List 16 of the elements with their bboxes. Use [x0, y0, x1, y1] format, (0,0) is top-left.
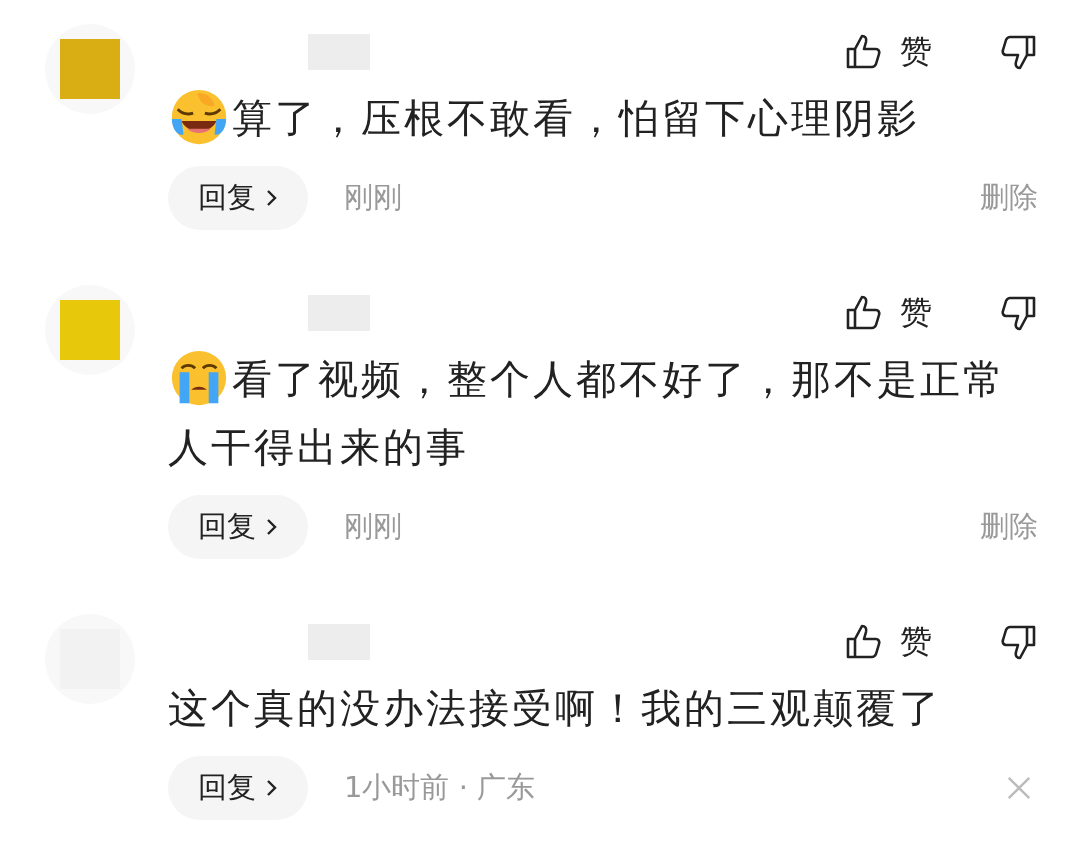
close-icon[interactable]	[1006, 775, 1032, 801]
timestamp: 刚刚	[344, 179, 402, 216]
comment-text: 这个真的没办法接受啊！我的三观颠覆了	[168, 684, 943, 733]
chevron-right-icon	[266, 778, 278, 798]
chevron-right-icon	[266, 188, 278, 208]
reply-button[interactable]: 回复	[168, 495, 308, 559]
reply-button[interactable]: 回复	[168, 756, 308, 820]
timestamp: 1小时前 · 广东	[344, 769, 536, 806]
chevron-right-icon	[266, 517, 278, 537]
comment-text: 算了，压根不敢看，怕留下心理阴影	[168, 84, 1038, 152]
timestamp: 刚刚	[344, 508, 402, 545]
comment-text: 看了视频，整个人都不好了，那不是正常人干得出来的事	[168, 345, 1038, 481]
reply-button[interactable]: 回复	[168, 166, 308, 230]
like-button[interactable]: 赞	[844, 30, 932, 74]
like-button[interactable]: 赞	[844, 291, 932, 335]
like-button[interactable]: 赞	[844, 620, 932, 664]
